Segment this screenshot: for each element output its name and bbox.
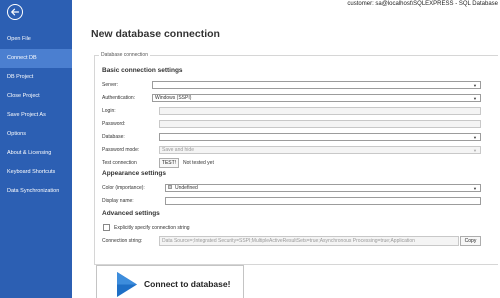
- password-label: Password:: [102, 121, 126, 127]
- explicit-connection-string-checkbox[interactable]: [103, 224, 110, 231]
- password-mode-select[interactable]: Save and hide ▼: [159, 146, 481, 154]
- advanced-settings-heading: Advanced settings: [102, 210, 160, 217]
- test-connection-label: Test connection: [102, 160, 137, 166]
- color-label: Color (importance):: [102, 185, 145, 191]
- database-combobox[interactable]: ▼: [159, 133, 481, 141]
- main-panel: New database connection Database connect…: [72, 0, 500, 298]
- database-connection-group: Database connection Basic connection set…: [94, 52, 498, 265]
- back-button[interactable]: [7, 4, 23, 20]
- color-select[interactable]: Undefined ▼: [165, 184, 481, 192]
- chevron-down-icon: ▼: [473, 96, 477, 101]
- password-mode-label: Password mode:: [102, 147, 140, 153]
- sidebar-item-open-file[interactable]: Open File: [0, 30, 72, 49]
- connect-button-label: Connect to database!: [144, 279, 231, 289]
- sidebar-item-save-project-as[interactable]: Save Project As: [0, 106, 72, 125]
- sidebar-menu: Open File Connect DB DB Project Close Pr…: [0, 30, 72, 201]
- database-label: Database:: [102, 134, 125, 140]
- sidebar-item-data-synchronization[interactable]: Data Synchronization: [0, 182, 72, 201]
- connection-string-value: Data Source=;Integrated Security=SSPI;Mu…: [162, 238, 415, 244]
- login-label: Login:: [102, 108, 116, 114]
- chevron-down-icon: ▼: [473, 135, 477, 140]
- arrow-left-icon: [11, 8, 20, 16]
- connection-string-field[interactable]: Data Source=;Integrated Security=SSPI;Mu…: [159, 236, 459, 246]
- appearance-settings-heading: Appearance settings: [102, 170, 166, 177]
- color-swatch-icon: [168, 185, 172, 190]
- chevron-down-icon: ▼: [473, 186, 477, 191]
- display-name-field[interactable]: [165, 197, 481, 205]
- chevron-down-icon: ▼: [473, 148, 477, 153]
- display-name-label: Display name:: [102, 198, 134, 204]
- explicit-connection-string-label: Explicitly specify connection string: [114, 225, 190, 231]
- sidebar-item-db-project[interactable]: DB Project: [0, 68, 72, 87]
- server-label: Server:: [102, 82, 119, 88]
- login-field[interactable]: [159, 107, 481, 115]
- test-button[interactable]: TEST!: [159, 158, 179, 168]
- sidebar-item-connect-db[interactable]: Connect DB: [0, 49, 72, 68]
- password-mode-value: Save and hide: [162, 147, 194, 153]
- sidebar-item-options[interactable]: Options: [0, 125, 72, 144]
- sidebar-item-keyboard-shortcuts[interactable]: Keyboard Shortcuts: [0, 163, 72, 182]
- copy-button[interactable]: Copy: [460, 236, 481, 246]
- authentication-select[interactable]: Windows (SSPI) ▼: [152, 94, 481, 102]
- app-window: customer: sa@localhost\SQLEXPRESS - SQL …: [0, 0, 500, 298]
- server-combobox[interactable]: ▼: [152, 81, 481, 89]
- sidebar-item-close-project[interactable]: Close Project: [0, 87, 72, 106]
- chevron-down-icon: ▼: [473, 83, 477, 88]
- page-title: New database connection: [91, 28, 220, 40]
- basic-settings-heading: Basic connection settings: [102, 67, 183, 74]
- play-arrow-icon: [117, 272, 137, 297]
- sidebar: Open File Connect DB DB Project Close Pr…: [0, 0, 72, 298]
- authentication-label: Authentication:: [102, 95, 136, 101]
- group-legend: Database connection: [99, 52, 150, 59]
- test-status: Not tested yet: [183, 160, 214, 166]
- connection-string-label: Connection string:: [102, 238, 143, 244]
- color-value: Undefined: [175, 185, 198, 191]
- sidebar-item-about-licensing[interactable]: About & Licensing: [0, 144, 72, 163]
- connect-to-database-button[interactable]: Connect to database!: [96, 265, 244, 298]
- authentication-value: Windows (SSPI): [155, 95, 192, 101]
- password-field[interactable]: [159, 120, 481, 128]
